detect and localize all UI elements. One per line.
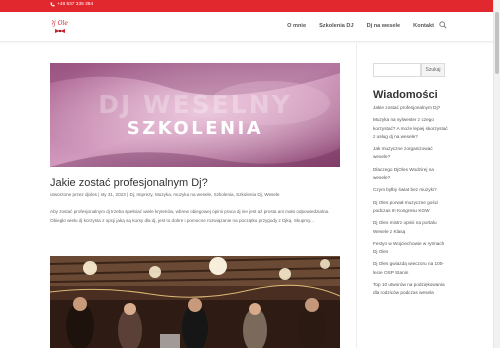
image-text-line1: DJ WESELNY <box>98 90 292 119</box>
top-bar: +48 537 335 384 <box>0 0 500 12</box>
scrollbar-thumb[interactable] <box>495 12 499 74</box>
phone-number: +48 537 335 384 <box>57 2 94 7</box>
main-nav: O mnie Szkolenia DJ Dj na wesele Kontakt <box>287 23 434 29</box>
list-item[interactable]: Dj Oles porwał muzyczne gości podczas II… <box>373 199 449 216</box>
search-icon[interactable] <box>439 21 447 29</box>
site-logo[interactable]: Dj Oles <box>52 17 68 36</box>
image-text-line2: SZKOLENIA <box>126 118 264 139</box>
phone-icon <box>50 2 55 7</box>
site-header: Dj Oles O mnie Szkolenia DJ Dj na wesele… <box>0 12 500 42</box>
post-featured-image[interactable]: DJ WESELNY SZKOLENIA <box>50 63 340 167</box>
nav-o-mnie[interactable]: O mnie <box>287 23 306 29</box>
list-item[interactable]: Dj Oles mistrz opinii na portalu Wesele … <box>373 219 449 236</box>
list-item[interactable]: Dlaczego DjOles Wodzirej na wesele? <box>373 166 449 183</box>
list-item[interactable]: Czym byłby świat bez muzyki? <box>373 186 449 194</box>
svg-text:Dj Oles: Dj Oles <box>52 20 68 27</box>
content-sidebar-divider <box>356 43 357 348</box>
sidebar-search-button[interactable]: Szukaj <box>421 63 445 77</box>
sidebar-search: Szukaj <box>373 63 445 77</box>
sidebar-search-input[interactable] <box>373 63 421 77</box>
list-item[interactable]: Dj Oles gwiazdą wieczoru na 100-lecie OS… <box>373 260 449 277</box>
sidebar-news-list: Jakie zostać profesjonalnym Dj? Muzyka n… <box>373 104 449 302</box>
post-title[interactable]: Jakie zostać profesjonalnym Dj? <box>50 177 208 189</box>
list-item[interactable]: Festyn w Wojciechowie w rytmach Dj Oles <box>373 240 449 257</box>
post-photo-wedding[interactable] <box>50 256 340 348</box>
phone-contact[interactable]: +48 537 335 384 <box>50 2 93 7</box>
post-excerpt: Aby zostać profesjonalnym dj trzeba speł… <box>50 209 330 223</box>
list-item[interactable]: Jak muzyczne zorganizować wesele? <box>373 145 449 162</box>
page-scrollbar[interactable] <box>493 0 500 348</box>
list-item[interactable]: Top 10 utworów na podziękowania dla rodz… <box>373 281 449 298</box>
sidebar-heading: Wiadomości <box>373 89 438 101</box>
nav-kontakt[interactable]: Kontakt <box>413 23 434 29</box>
nav-szkolenia-dj[interactable]: Szkolenia DJ <box>319 23 354 29</box>
list-item[interactable]: Jakie zostać profesjonalnym Dj? <box>373 104 449 112</box>
nav-dj-na-wesele[interactable]: Dj na wesele <box>367 23 401 29</box>
list-item[interactable]: Muzyka na sylwester z czego korzystać? A… <box>373 116 449 141</box>
post-meta: utworzone przez djoles | sty 31, 2023 | … <box>50 192 280 197</box>
